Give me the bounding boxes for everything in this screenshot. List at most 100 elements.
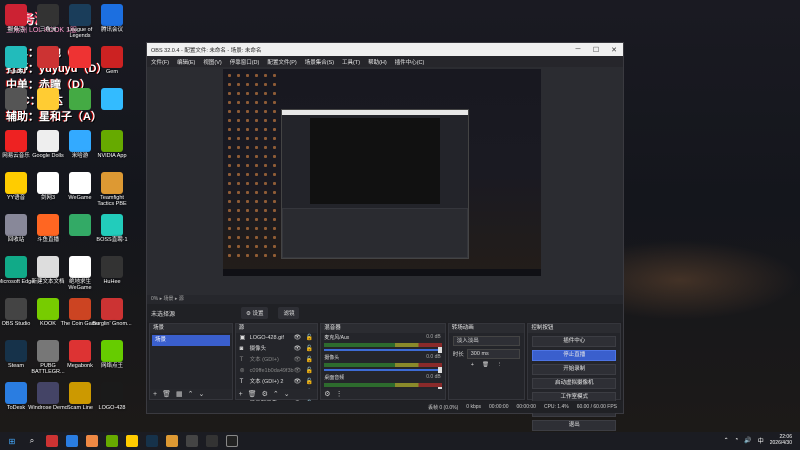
source-item[interactable]: T 文本 (GDI+) 👁 🔓	[236, 355, 318, 366]
gear-icon[interactable]: ⚙	[262, 390, 268, 398]
menu-item[interactable]: 配置文件(P)	[267, 58, 296, 66]
taskbar-app-icon[interactable]	[146, 435, 158, 447]
lock-icon[interactable]: 🔓	[306, 366, 313, 377]
menu-item[interactable]: 工具(T)	[342, 58, 360, 66]
exit-button[interactable]: 退出	[532, 420, 616, 431]
desktop-icon[interactable]: NVIDIA App	[92, 130, 132, 159]
source-filters-button[interactable]: 滤镜	[278, 307, 300, 319]
taskbar-app-icon[interactable]	[86, 435, 98, 447]
wifi-icon[interactable]: ◔	[735, 437, 739, 443]
app-icon	[5, 214, 27, 236]
desktop-icon[interactable]: Burglin' Gnom...	[92, 298, 132, 327]
down-icon[interactable]: ⌄	[284, 390, 290, 398]
menu-item[interactable]: 帮助(H)	[368, 58, 387, 66]
volume-icon[interactable]: 🔊	[744, 437, 751, 444]
windows-start-icon[interactable]: ⊞	[6, 435, 18, 447]
source-name: 摄像头	[249, 346, 267, 352]
app-icon	[37, 4, 59, 26]
desktop-icon[interactable]	[92, 88, 132, 111]
taskbar-app-icon[interactable]	[106, 435, 118, 447]
trash-icon[interactable]: 🗑	[162, 390, 171, 398]
obs-menubar: 文件(F) 编辑(E) 视图(V) 停靠窗口(D) 配置文件(P) 场景集合(S) 工具(T…	[147, 56, 623, 67]
clock[interactable]: 22:06 2026/4/30	[770, 434, 792, 446]
preview-canvas[interactable]	[223, 69, 541, 276]
add-icon[interactable]: +	[239, 391, 243, 398]
taskbar-app-icon[interactable]	[126, 435, 138, 447]
source-settings-button[interactable]: ⚙ 设置	[241, 307, 269, 319]
taskbar-app-icon[interactable]	[46, 435, 58, 447]
minimize-icon[interactable]: ─	[569, 46, 587, 53]
source-item[interactable]: T 文本 (GDI+) 2 👁 🔓	[236, 377, 318, 388]
add-icon[interactable]: +	[471, 362, 474, 368]
eye-icon[interactable]: 👁	[294, 355, 302, 366]
up-icon[interactable]: ⌃	[273, 390, 279, 398]
lock-icon[interactable]: 🔓	[306, 377, 313, 388]
sources-title: 源	[235, 324, 318, 333]
desktop-icon[interactable]: Gem	[92, 46, 132, 75]
chevron-up-icon[interactable]: ⌃	[724, 437, 729, 444]
image-icon: ▣	[239, 335, 246, 341]
trash-icon[interactable]: 🗑	[482, 362, 489, 368]
duration-input[interactable]: 300 ms	[466, 349, 521, 359]
system-tray: ⌃ ◔ 🔊 中 22:06 2026/4/30	[724, 434, 792, 446]
menu-item[interactable]: 插件中心(C)	[395, 58, 425, 66]
volume-meter	[324, 363, 442, 367]
taskbar-app-icon[interactable]	[186, 435, 198, 447]
trash-icon[interactable]: 🗑	[248, 390, 257, 398]
obs-titlebar[interactable]: OBS 32.0.4 - 配置文件: 未命名 - 场景: 未命名 ─ ☐ ✕	[147, 43, 623, 56]
desktop-icon[interactable]: HuHee	[92, 256, 132, 285]
taskbar: ⊞ ⌕ ⌃ ◔ 🔊 中 22:06 2026/4/30	[0, 432, 800, 450]
menu-icon[interactable]: ⋮	[497, 362, 503, 368]
transitions-title: 转场动画	[448, 324, 525, 333]
menu-icon[interactable]: ⋮	[336, 390, 343, 398]
stop-streaming-button[interactable]: 停止直播	[532, 350, 616, 361]
volume-slider[interactable]	[324, 347, 443, 353]
menu-item[interactable]: 编辑(E)	[177, 58, 195, 66]
lock-icon[interactable]: 🔓	[306, 333, 313, 344]
channel-db: 0.0 dB	[426, 354, 441, 360]
menu-item[interactable]: 场景集合(S)	[305, 58, 334, 66]
plugin-center-button[interactable]: 插件中心	[532, 336, 616, 347]
eye-icon[interactable]: 👁	[294, 377, 302, 388]
lock-icon[interactable]: 🔓	[306, 344, 313, 355]
gear-icon[interactable]: ⚙	[324, 390, 330, 398]
desktop-icon[interactable]: LOGO-428	[92, 382, 132, 411]
menu-item[interactable]: 视图(V)	[203, 58, 221, 66]
input-lang[interactable]: 中	[758, 436, 764, 445]
taskbar-app-icon[interactable]	[66, 435, 78, 447]
desktop-icon[interactable]: 腾讯会议	[92, 4, 132, 33]
start-recording-button[interactable]: 开始录制	[532, 364, 616, 375]
menu-item[interactable]: 停靠窗口(D)	[230, 58, 260, 66]
preview-area[interactable]	[147, 67, 623, 295]
up-icon[interactable]: ⌃	[188, 390, 194, 398]
desktop-icon[interactable]: Teamfight Tactics PBE	[92, 172, 132, 207]
down-icon[interactable]: ⌄	[198, 390, 204, 398]
search-icon[interactable]: ⌕	[26, 435, 38, 447]
obs-window[interactable]: OBS 32.0.4 - 配置文件: 未命名 - 场景: 未命名 ─ ☐ ✕ 文…	[146, 42, 624, 431]
close-icon[interactable]: ✕	[605, 46, 623, 54]
app-icon	[69, 256, 91, 278]
eye-icon[interactable]: 👁	[294, 344, 302, 355]
scene-item[interactable]: 场景	[152, 335, 230, 346]
lock-icon[interactable]: 🔓	[306, 355, 313, 366]
desktop-icon[interactable]: BOSS直聘·1	[92, 214, 132, 243]
menu-item[interactable]: 文件(F)	[151, 58, 169, 66]
maximize-icon[interactable]: ☐	[587, 46, 605, 54]
controls-dock: 控制按钮 插件中心停止直播开始录制启动虚拟摄像机工作室模式设置退出	[527, 323, 621, 431]
start-virtual-camera-button[interactable]: 启动虚拟摄像机	[532, 378, 616, 389]
source-item[interactable]: ⊚ c09ffe1b0da49f3b 👁 🔓	[236, 366, 318, 377]
volume-slider[interactable]	[324, 367, 443, 373]
channel-name: 麦克风/Aux	[324, 335, 350, 341]
filter-icon[interactable]: ▦	[176, 390, 183, 398]
taskbar-app-icon[interactable]	[166, 435, 178, 447]
eye-icon[interactable]: 👁	[294, 366, 302, 377]
taskbar-obs-icon[interactable]	[226, 435, 238, 447]
eye-icon[interactable]: 👁	[294, 333, 302, 344]
source-item[interactable]: ▣ LOGO-428.gif 👁 🔓	[236, 333, 318, 344]
taskbar-app-icon[interactable]	[206, 435, 218, 447]
add-icon[interactable]: +	[153, 391, 157, 398]
transition-select[interactable]: 淡入淡出	[452, 336, 521, 346]
desktop-icon-label: 网络点王	[100, 363, 123, 369]
source-item[interactable]: ◙ 摄像头 👁 🔓	[236, 344, 318, 355]
desktop-icon[interactable]: 网络点王	[92, 340, 132, 369]
